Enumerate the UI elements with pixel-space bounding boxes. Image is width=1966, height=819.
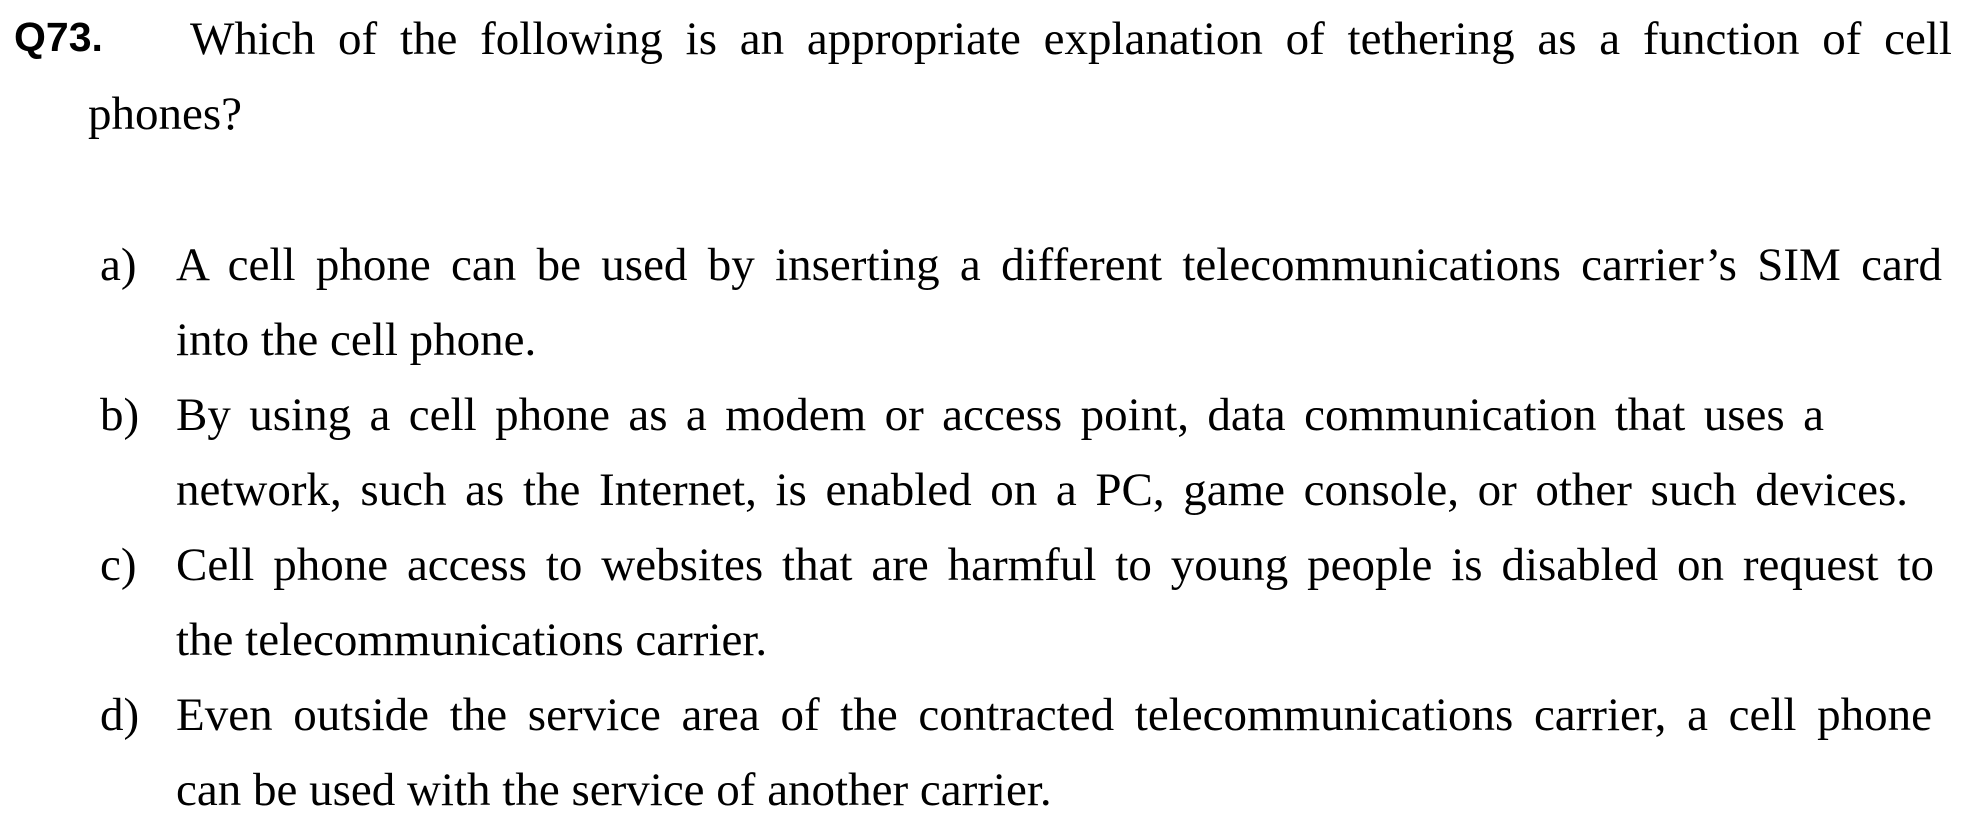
option-text-line-2: the telecommunications carrier. xyxy=(176,614,768,666)
option-text-line-2: network, such as the Internet, is enable… xyxy=(176,464,1908,516)
question-number: Q73. xyxy=(14,14,103,60)
option-label: b) xyxy=(100,389,140,441)
option-text-line-1: By using a cell phone as a modem or acce… xyxy=(176,389,1824,441)
option-text-line-2: into the cell phone. xyxy=(176,314,537,366)
option-label: d) xyxy=(100,689,140,741)
question-text-line-2: phones? xyxy=(88,88,243,140)
option-text-line-1: Cell phone access to websites that are h… xyxy=(176,539,1934,591)
option-label: c) xyxy=(100,539,137,591)
option-text-line-1: Even outside the service area of the con… xyxy=(176,689,1932,741)
option-text-line-2: can be used with the service of another … xyxy=(176,764,1052,816)
option-text-line-1: A cell phone can be used by inserting a … xyxy=(176,239,1942,291)
question-text-line-1: Which of the following is an appropriate… xyxy=(190,13,1952,65)
option-label: a) xyxy=(100,239,137,291)
